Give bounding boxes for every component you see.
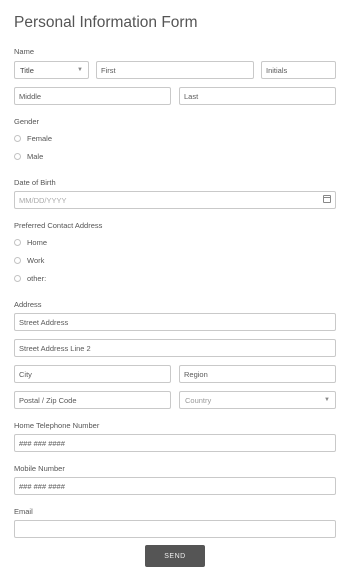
gender-label: Gender (14, 117, 40, 126)
radio-button[interactable] (14, 275, 21, 282)
gender-option-male[interactable]: Male (14, 152, 43, 161)
contact-option-label: Work (27, 256, 45, 265)
country-select-value: Country (185, 395, 212, 405)
last-name-input[interactable] (179, 87, 336, 105)
contact-option-home[interactable]: Home (14, 238, 47, 247)
form-page: Personal Information Form Name Title ▼ G… (0, 0, 350, 582)
middle-name-input[interactable] (14, 87, 171, 105)
email-label: Email (14, 507, 33, 516)
contact-option-other[interactable]: other: (14, 274, 46, 283)
first-name-input[interactable] (96, 61, 254, 79)
chevron-down-icon: ▼ (77, 67, 83, 73)
city-input[interactable] (14, 365, 171, 383)
gender-option-female[interactable]: Female (14, 134, 52, 143)
home-phone-label: Home Telephone Number (14, 421, 100, 430)
street-address-input[interactable] (14, 313, 336, 331)
contact-option-label: other: (27, 274, 47, 283)
gender-option-label: Male (27, 152, 44, 161)
mobile-label: Mobile Number (14, 464, 65, 473)
contact-option-label: Home (27, 238, 48, 247)
title-select[interactable]: Title ▼ (14, 61, 89, 79)
home-phone-input[interactable] (14, 434, 336, 452)
radio-button[interactable] (14, 153, 21, 160)
gender-option-label: Female (27, 134, 53, 143)
dob-field (14, 191, 336, 209)
radio-button[interactable] (14, 257, 21, 264)
region-input[interactable] (179, 365, 336, 383)
send-button[interactable]: SEND (145, 545, 205, 567)
title-select-value: Title (20, 65, 34, 75)
zip-code-input[interactable] (14, 391, 171, 409)
dob-label: Date of Birth (14, 178, 56, 187)
chevron-down-icon: ▼ (324, 397, 330, 403)
mobile-input[interactable] (14, 477, 336, 495)
initials-input[interactable] (261, 61, 336, 79)
address-label: Address (14, 300, 42, 309)
contact-label: Preferred Contact Address (14, 221, 103, 230)
calendar-icon[interactable] (323, 195, 331, 203)
contact-option-work[interactable]: Work (14, 256, 44, 265)
country-select[interactable]: Country ▼ (179, 391, 336, 409)
form-title: Personal Information Form (14, 14, 198, 31)
name-label: Name (14, 47, 35, 56)
radio-button[interactable] (14, 239, 21, 246)
street-address-line2-input[interactable] (14, 339, 336, 357)
dob-input[interactable] (14, 191, 336, 209)
email-input[interactable] (14, 520, 336, 538)
radio-button[interactable] (14, 135, 21, 142)
